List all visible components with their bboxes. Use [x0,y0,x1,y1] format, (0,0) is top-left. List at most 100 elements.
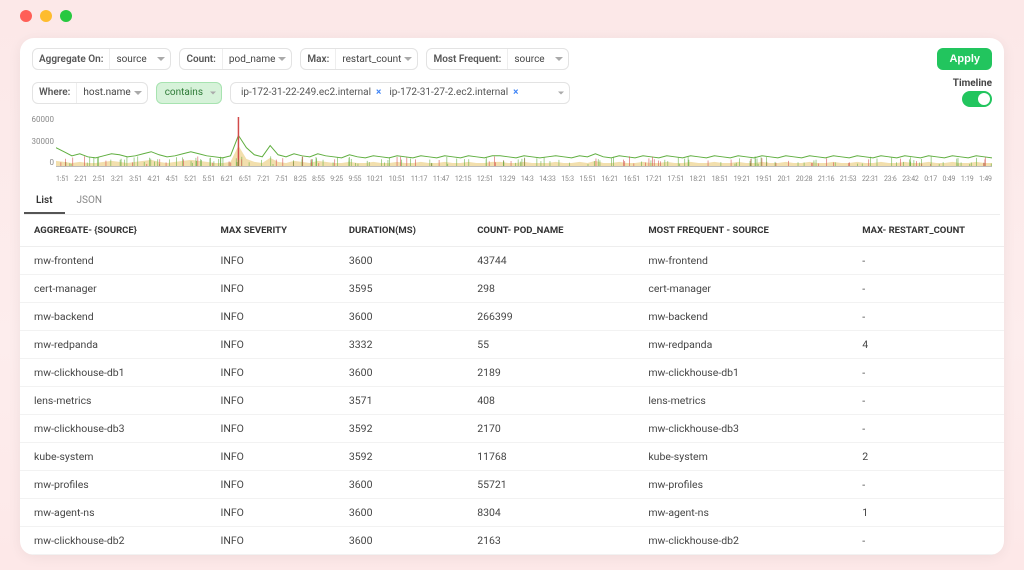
aggregate-on-value: source [110,54,170,65]
table-cell: mw-frontend [640,247,854,275]
where-values-input[interactable]: ip-172-31-22-249.ec2.internal × ip-172-3… [230,82,570,104]
table-header[interactable]: MAX SEVERITY [213,215,341,247]
most-frequent-value: source [508,54,568,65]
table-cell: cert-manager [20,275,213,303]
table-row[interactable]: mw-clickhouse-db2INFO36002163mw-clickhou… [20,527,1004,555]
table-cell: mw-clickhouse-db2 [20,527,213,555]
table-cell: mw-agent-ns [20,499,213,527]
table-cell: 2163 [469,527,640,555]
tab-list[interactable]: List [24,189,65,214]
table-row[interactable]: mw-clickhouse-db3INFO35922170mw-clickhou… [20,415,1004,443]
table-cell: 2189 [469,359,640,387]
table-cell: lens-metrics [20,387,213,415]
count-label: Count: [180,54,221,65]
table-cell: - [854,415,1004,443]
table-cell: 55721 [469,471,640,499]
table-cell: 3595 [341,275,469,303]
max-select[interactable]: Max: restart_count [300,48,418,70]
table-cell: - [854,471,1004,499]
table-cell: kube-system [640,443,854,471]
table-row[interactable]: kube-systemINFO359211768kube-system2 [20,443,1004,471]
apply-button[interactable]: Apply [937,48,992,70]
maximize-icon[interactable] [60,10,72,22]
table-cell: - [854,275,1004,303]
close-icon[interactable] [20,10,32,22]
timeline-chart[interactable]: 60000 30000 0 [56,115,992,175]
table-cell: mw-backend [20,303,213,331]
table-cell: 43744 [469,247,640,275]
table-cell: mw-clickhouse-db3 [20,415,213,443]
table-row[interactable]: mw-agent-nsINFO36008304mw-agent-ns1 [20,499,1004,527]
table-cell: mw-redpanda [20,331,213,359]
minimize-icon[interactable] [40,10,52,22]
filter-toolbar: Aggregate On: source Count: pod_name Max… [20,38,1004,113]
where-field: host.name [77,87,146,98]
table-cell: INFO [213,387,341,415]
table-cell: 3600 [341,471,469,499]
most-frequent-select[interactable]: Most Frequent: source [426,48,569,70]
view-tabs: List JSON [24,189,1000,215]
table-cell: cert-manager [640,275,854,303]
results-table: AGGREGATE- {SOURCE}MAX SEVERITYDURATION(… [20,215,1004,555]
table-cell: 408 [469,387,640,415]
table-row[interactable]: mw-frontendINFO360043744mw-frontend- [20,247,1004,275]
table-cell: 3600 [341,303,469,331]
token-remove-icon[interactable]: × [376,87,381,98]
aggregate-on-label: Aggregate On: [33,54,109,65]
table-header[interactable]: MAX- RESTART_COUNT [854,215,1004,247]
table-row[interactable]: mw-backendINFO3600266399mw-backend- [20,303,1004,331]
table-cell: 3600 [341,499,469,527]
table-cell: INFO [213,527,341,555]
table-cell: 3332 [341,331,469,359]
table-row[interactable]: lens-metricsINFO3571408lens-metrics- [20,387,1004,415]
table-header[interactable]: DURATION(MS) [341,215,469,247]
table-cell: mw-clickhouse-db2 [640,527,854,555]
table-cell: 3571 [341,387,469,415]
table-cell: - [854,527,1004,555]
table-header[interactable]: AGGREGATE- {SOURCE} [20,215,213,247]
table-cell: kube-system [20,443,213,471]
main-card: Aggregate On: source Count: pod_name Max… [20,38,1004,555]
token-remove-icon[interactable]: × [513,87,518,98]
max-value: restart_count [336,54,417,65]
table-cell: INFO [213,247,341,275]
table-cell: INFO [213,359,341,387]
table-row[interactable]: mw-profilesINFO360055721mw-profiles- [20,471,1004,499]
where-token: ip-172-31-27-2.ec2.internal × [385,87,522,98]
table-cell: mw-redpanda [640,331,854,359]
table-cell: 3592 [341,415,469,443]
timeline-label: Timeline [953,78,992,89]
table-header[interactable]: MOST FREQUENT - SOURCE [640,215,854,247]
table-cell: 2170 [469,415,640,443]
chart-x-ticks: 1:512:212:513:213:514:214:515:215:516:21… [56,175,992,183]
where-field-select[interactable]: Where: host.name [32,82,148,104]
where-operator-select[interactable]: contains [156,82,222,104]
table-header[interactable]: COUNT- POD_NAME [469,215,640,247]
table-cell: lens-metrics [640,387,854,415]
table-cell: mw-clickhouse-db1 [640,359,854,387]
table-cell: - [854,247,1004,275]
table-cell: mw-profiles [640,471,854,499]
table-row[interactable]: mw-clickhouse-db1INFO36002189mw-clickhou… [20,359,1004,387]
table-cell: 3592 [341,443,469,471]
count-select[interactable]: Count: pod_name [179,48,292,70]
table-cell: INFO [213,331,341,359]
table-cell: 8304 [469,499,640,527]
table-cell: 2 [854,443,1004,471]
table-cell: 3600 [341,247,469,275]
table-cell: INFO [213,275,341,303]
table-cell: INFO [213,443,341,471]
where-label: Where: [33,87,76,98]
tab-json[interactable]: JSON [65,189,114,214]
table-cell: mw-profiles [20,471,213,499]
most-frequent-label: Most Frequent: [427,54,507,65]
table-body: mw-frontendINFO360043744mw-frontend-cert… [20,247,1004,555]
table-row[interactable]: mw-redpandaINFO333255mw-redpanda4 [20,331,1004,359]
table-cell: 55 [469,331,640,359]
table-cell: mw-clickhouse-db1 [20,359,213,387]
timeline-toggle[interactable] [962,91,992,107]
table-row[interactable]: cert-managerINFO3595298cert-manager- [20,275,1004,303]
aggregate-on-select[interactable]: Aggregate On: source [32,48,171,70]
table-cell: mw-clickhouse-db3 [640,415,854,443]
table-cell: - [854,387,1004,415]
